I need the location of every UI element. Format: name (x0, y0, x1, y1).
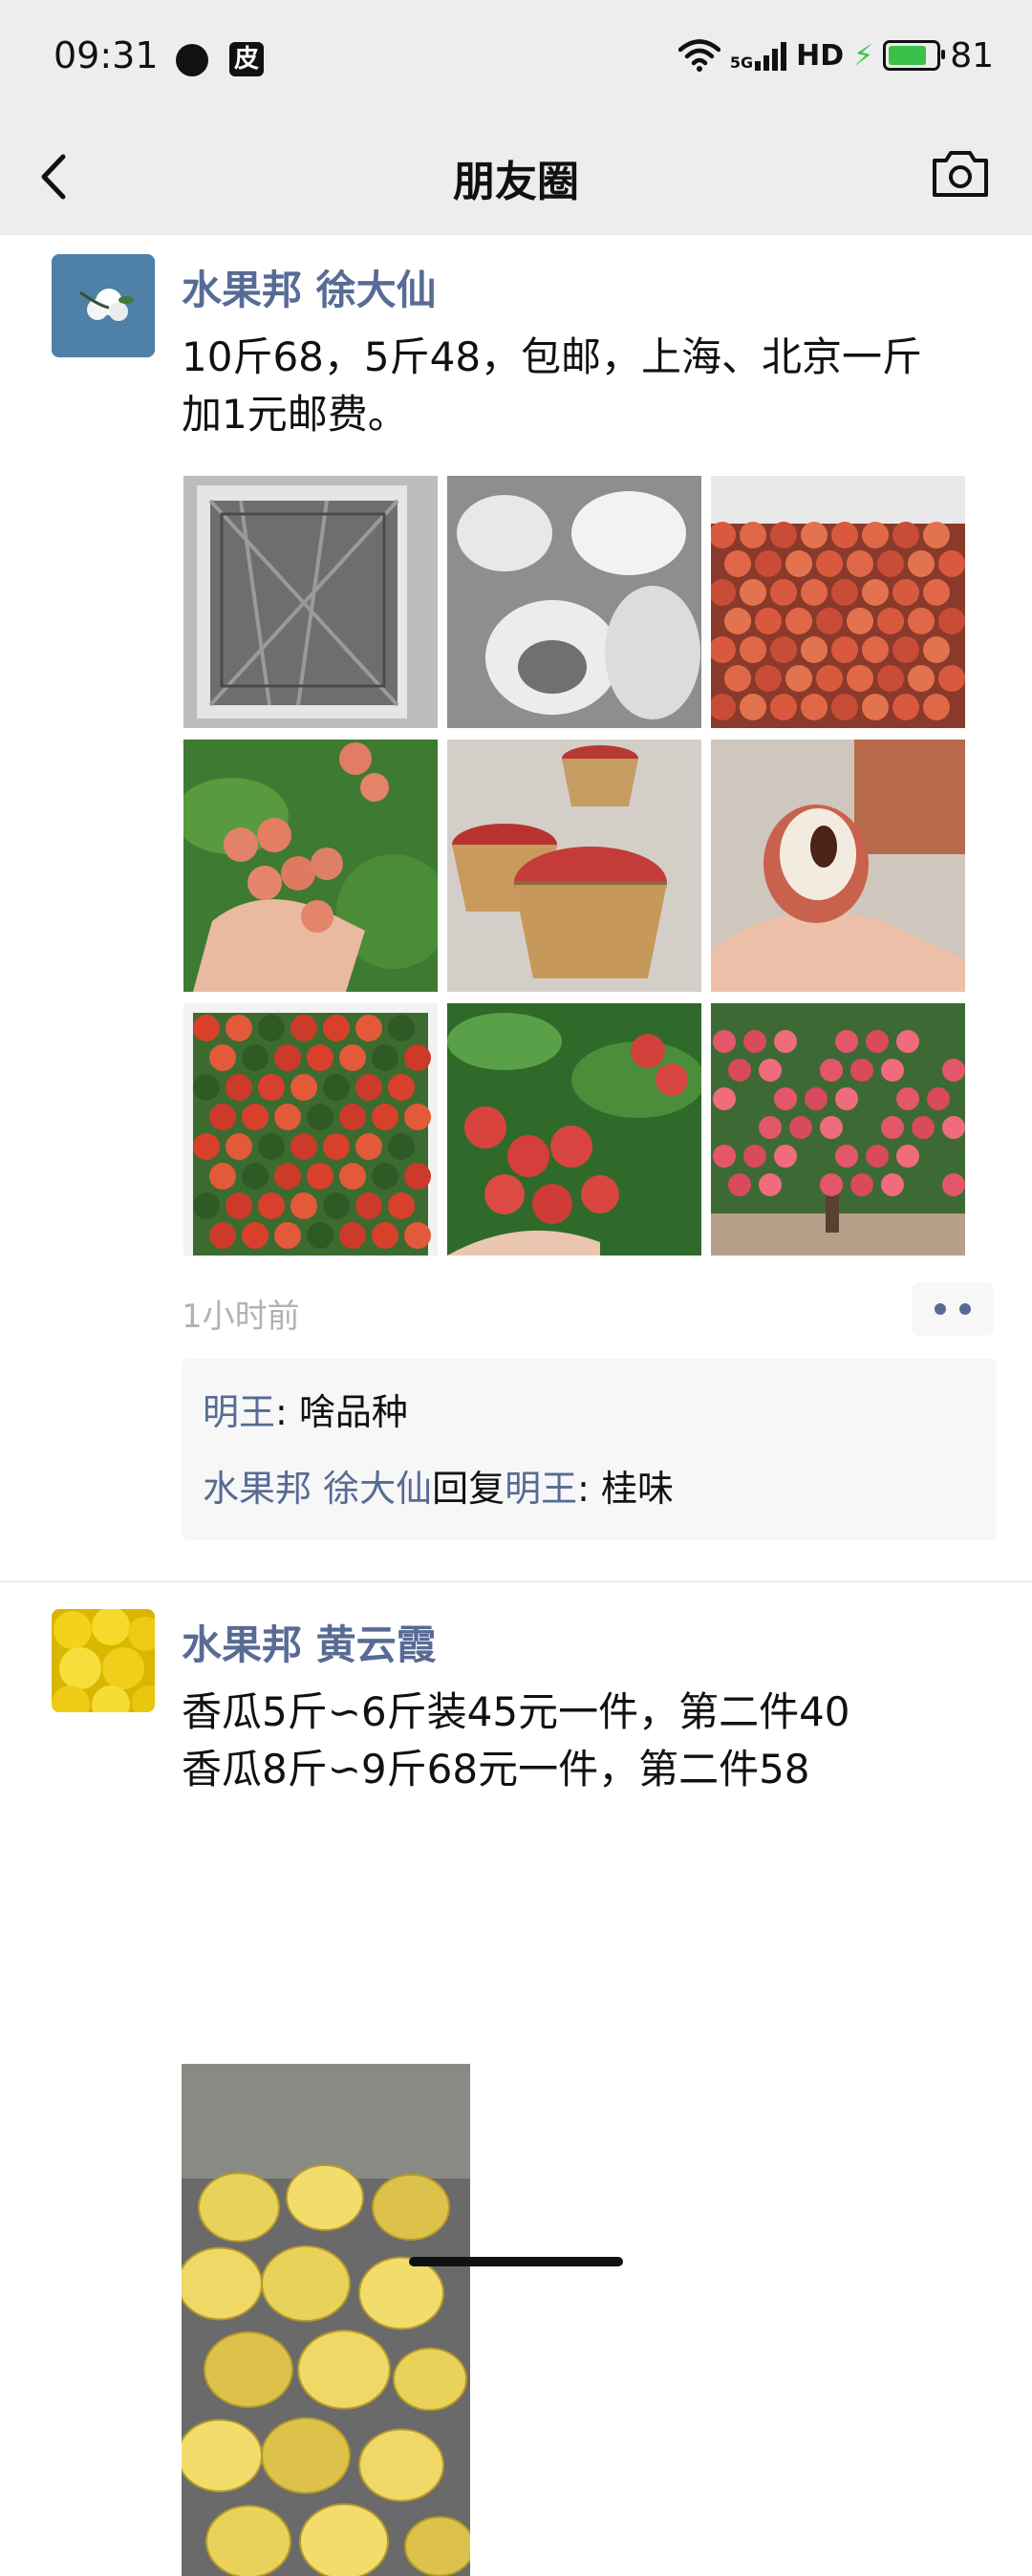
avatar[interactable] (52, 1609, 155, 1712)
post-time: 1小时前 (182, 1298, 300, 1336)
status-bar: 09:31 皮 5G HD ⚡ 81 (0, 0, 1032, 118)
commenter-name[interactable]: 明王 (203, 1391, 275, 1433)
network-type: 5G (729, 54, 754, 72)
more-actions-button[interactable] (912, 1282, 994, 1336)
wifi-icon (677, 39, 720, 72)
post-author[interactable]: 水果邦 徐大仙 (182, 258, 437, 316)
reply-to-name[interactable]: 明王 (505, 1468, 577, 1510)
photo-lychee-baskets[interactable] (447, 740, 701, 992)
camera-icon[interactable] (931, 147, 990, 201)
post-text-line: 加1元邮费。 (182, 391, 408, 438)
avatar[interactable] (52, 254, 155, 357)
comment-box: 明王: 啥品种 水果邦 徐大仙回复明王: 桂味 (182, 1359, 996, 1540)
photo-lychee-branch[interactable] (447, 1003, 701, 1256)
photo-yellow-melons[interactable] (182, 2064, 470, 2576)
post-text: 香瓜5斤∽6斤装45元一件，第二件40 香瓜8斤∽9斤68元一件，第二件58 (182, 1684, 994, 1798)
commenter-name[interactable]: 水果邦 徐大仙 (203, 1468, 432, 1510)
comment[interactable]: 明王: 啥品种 (182, 1359, 996, 1450)
moments-feed[interactable]: 水果邦 徐大仙 10斤68，5斤48，包邮，上海、北京一斤 加1元邮费。 1小时… (0, 235, 1032, 2576)
more-dot (935, 1303, 946, 1315)
post-text-line: 香瓜5斤∽6斤装45元一件，第二件40 (182, 1688, 850, 1735)
reply-word: 回复 (432, 1468, 505, 1510)
nav-bar: 朋友圈 (0, 118, 1032, 235)
comment-separator: : (275, 1391, 299, 1433)
photo-peeled-lychee[interactable] (711, 740, 965, 992)
chat-bubble-icon (176, 44, 208, 76)
avatar-flower-image (52, 254, 155, 357)
status-time: 09:31 (54, 34, 159, 76)
photo-packing-bags[interactable] (447, 476, 701, 728)
battery-fill (889, 46, 927, 65)
comment-text: 桂味 (601, 1468, 675, 1510)
photo-lychee-tree[interactable] (711, 1003, 965, 1256)
home-indicator[interactable] (409, 2257, 623, 2266)
post-author[interactable]: 水果邦 黄云霞 (182, 1613, 437, 1671)
charging-icon: ⚡ (853, 38, 874, 73)
battery-level: 81 (950, 35, 994, 75)
post-text-line: 10斤68，5斤48，包邮，上海、北京一斤 (182, 333, 923, 380)
moment-post: 水果邦 黄云霞 香瓜5斤∽6斤装45元一件，第二件40 香瓜8斤∽9斤68元一件… (0, 1582, 1032, 2576)
photo-foil-box[interactable] (183, 476, 438, 728)
post-text: 10斤68，5斤48，包邮，上海、北京一斤 加1元邮费。 (182, 329, 994, 443)
photo-lychee-with-leaves[interactable] (183, 1003, 438, 1256)
hd-indicator: HD (796, 38, 845, 73)
avatar-melon-image (52, 1609, 155, 1712)
post-text-line: 香瓜8斤∽9斤68元一件，第二件58 (182, 1746, 810, 1792)
photo-lychee-in-hand[interactable] (183, 740, 438, 992)
status-indicators: 5G HD ⚡ 81 (677, 34, 994, 76)
comment-text: 啥品种 (298, 1391, 408, 1433)
photo-lychee-box[interactable] (711, 476, 965, 728)
photo-grid (183, 476, 965, 1257)
app-icon: 皮 (229, 42, 264, 76)
signal-icon (755, 40, 787, 71)
comment-separator: : (577, 1468, 602, 1510)
comment[interactable]: 水果邦 徐大仙回复明王: 桂味 (182, 1450, 996, 1527)
moment-post: 水果邦 徐大仙 10斤68，5斤48，包邮，上海、北京一斤 加1元邮费。 1小时… (0, 235, 1032, 1582)
battery-icon (883, 40, 946, 71)
more-dot (959, 1303, 971, 1315)
page-title: 朋友圈 (453, 158, 579, 206)
